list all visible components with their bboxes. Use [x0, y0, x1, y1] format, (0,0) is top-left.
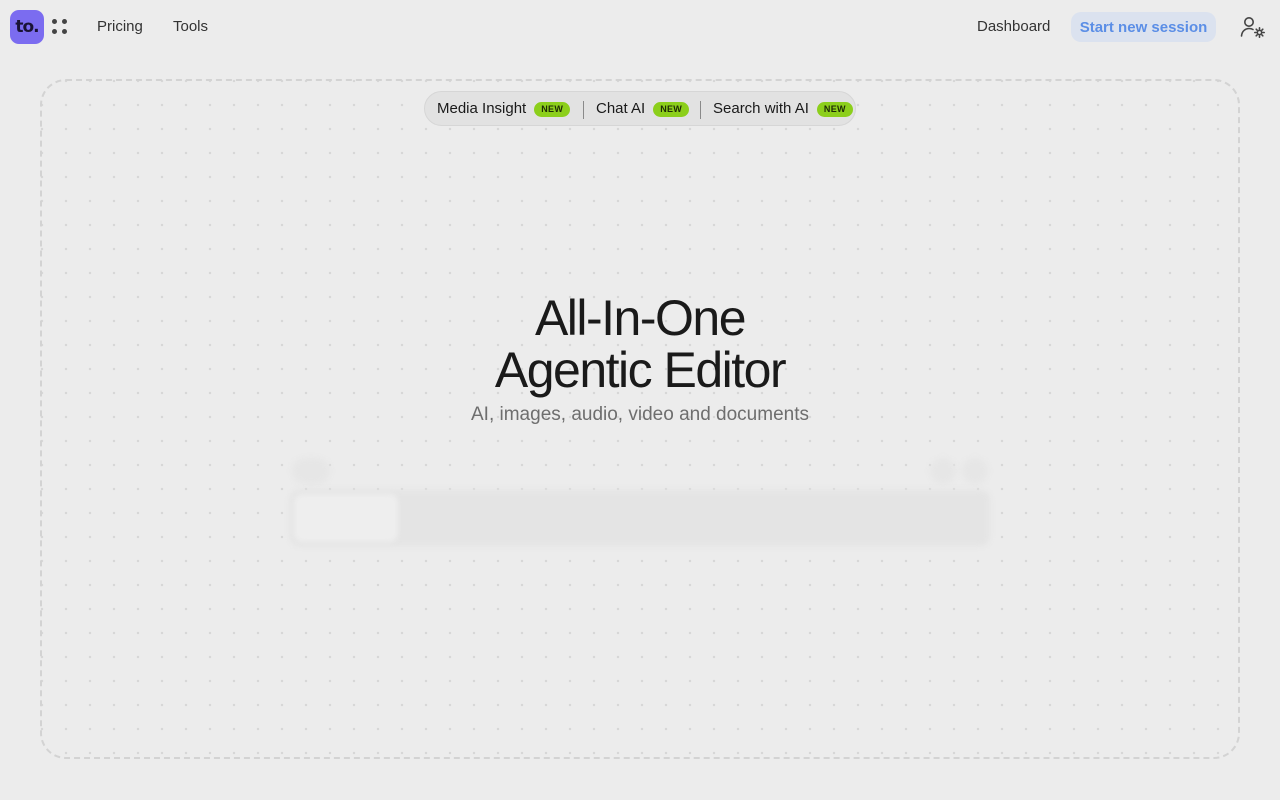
new-badge: NEW [653, 101, 690, 117]
loading-placeholder-chip [292, 458, 330, 484]
feature-media-insight[interactable]: Media Insight NEW [437, 100, 571, 118]
nav-pricing-link[interactable]: Pricing [97, 17, 143, 37]
new-badge: NEW [534, 101, 571, 117]
app-logo[interactable]: to. [10, 10, 44, 44]
hero-title-line1: All-In-One [534, 290, 747, 346]
feature-label: Search with AI [713, 100, 809, 117]
feature-pill-bar: Media Insight NEW Chat AI NEW Search wit… [424, 91, 856, 126]
nav-tools-link[interactable]: Tools [173, 17, 208, 37]
feature-chat-ai[interactable]: Chat AI NEW [596, 100, 690, 118]
pill-divider [583, 101, 584, 119]
start-new-session-button[interactable]: Start new session [1071, 12, 1216, 42]
nav-dashboard-link[interactable]: Dashboard [977, 17, 1050, 37]
loading-placeholder-circle [962, 458, 988, 484]
feature-label: Chat AI [596, 100, 646, 117]
hero-title-line2: Agentic Editor [494, 342, 787, 398]
feature-search-with-ai[interactable]: Search with AI NEW [713, 100, 853, 118]
loading-placeholder-block [294, 494, 398, 542]
hero-title: All-In-One Agentic Editor [340, 292, 940, 396]
loading-placeholder-circle [930, 458, 956, 484]
hero-subtitle: AI, images, audio, video and documents [471, 404, 809, 425]
grid-dots-icon[interactable] [52, 19, 68, 35]
pill-divider [700, 101, 701, 119]
user-gear-icon[interactable] [1240, 15, 1266, 39]
new-badge: NEW [816, 101, 853, 117]
top-navigation-bar: to. Pricing Tools Dashboard Start new se… [0, 0, 1280, 54]
feature-label: Media Insight [437, 100, 527, 117]
